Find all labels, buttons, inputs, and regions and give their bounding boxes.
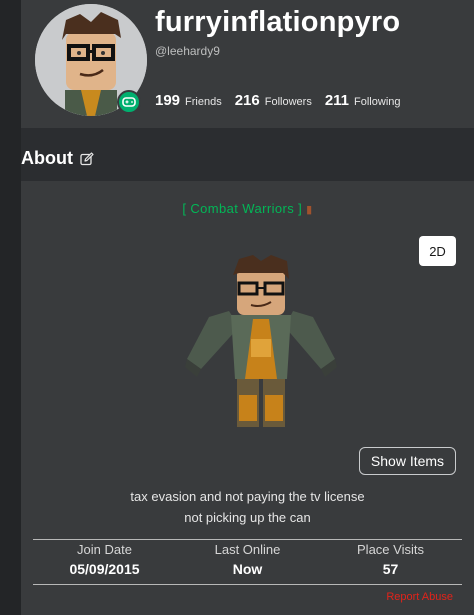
status-text: [ Combat Warriors ] — [182, 201, 303, 216]
door-icon: ▮ — [306, 204, 313, 216]
following-count: 211 — [324, 92, 350, 109]
description-line-2: not picking up the can — [184, 510, 311, 525]
place-visits-column: Place Visits 57 — [319, 541, 462, 577]
profile-description: tax evasion and not paying the tv licens… — [21, 486, 474, 528]
stats-divider-bottom — [33, 584, 462, 585]
profile-header: furryinflationpyro @leehardy9 199 Friend… — [21, 0, 474, 128]
profile-info-row: Join Date 05/09/2015 Last Online Now Pla… — [33, 541, 462, 577]
friends-label: Friends — [185, 96, 222, 108]
friends-stat[interactable]: 199 Friends — [155, 92, 222, 109]
join-date-column: Join Date 05/09/2015 — [33, 541, 176, 577]
view-2d-toggle[interactable]: 2D — [419, 236, 456, 266]
last-online-label: Last Online — [214, 542, 281, 557]
current-game-status: [ Combat Warriors ] ▮ — [21, 201, 474, 216]
following-stat[interactable]: 211 Following — [325, 92, 401, 109]
following-label: Following — [354, 96, 401, 108]
about-card: [ Combat Warriors ] ▮ 2D Show Items tax … — [21, 181, 474, 615]
place-visits-label: Place Visits — [357, 542, 424, 557]
about-section-header: About — [21, 148, 94, 169]
followers-count: 216 — [234, 92, 260, 109]
description-line-1: tax evasion and not paying the tv licens… — [130, 489, 365, 504]
last-online-value: Now — [232, 561, 263, 577]
edit-icon[interactable] — [80, 151, 94, 166]
join-date-label: Join Date — [77, 542, 132, 557]
followers-label: Followers — [264, 96, 312, 108]
username-handle: @leehardy9 — [155, 44, 220, 58]
profile-stats: 199 Friends 216 Followers 211 Following — [155, 92, 414, 109]
report-abuse-link[interactable]: Report Abuse — [386, 591, 453, 603]
avatar-3d-render — [185, 255, 337, 427]
display-name: furryinflationpyro — [155, 6, 401, 38]
game-controller-icon[interactable] — [117, 90, 141, 114]
stats-divider-top — [33, 539, 462, 540]
about-title: About — [21, 148, 73, 168]
left-gutter — [0, 0, 21, 615]
last-online-column: Last Online Now — [176, 541, 319, 577]
show-items-button[interactable]: Show Items — [359, 447, 456, 475]
join-date-value: 05/09/2015 — [69, 561, 140, 577]
followers-stat[interactable]: 216 Followers — [235, 92, 312, 109]
place-visits-value: 57 — [382, 561, 399, 577]
friends-count: 199 — [155, 92, 181, 109]
